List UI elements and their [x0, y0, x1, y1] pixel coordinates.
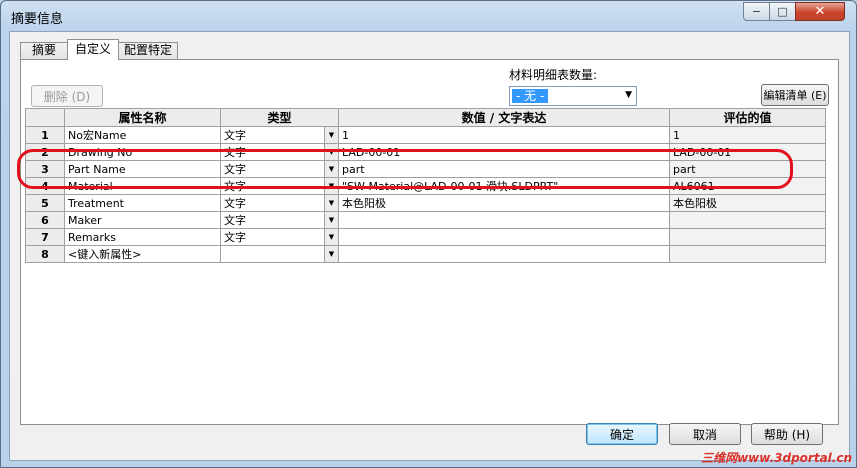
chevron-down-icon[interactable]: ▼	[324, 229, 338, 245]
row-number[interactable]: 7	[25, 228, 65, 246]
delete-button[interactable]: 删除 (D)	[31, 85, 103, 107]
type-select[interactable]: ▼	[220, 245, 339, 263]
chevron-down-icon[interactable]: ▼	[324, 144, 338, 160]
value-cell[interactable]: LAD-00-01	[338, 143, 670, 161]
title-bar[interactable]: 摘要信息 − □ ✕	[1, 1, 856, 31]
table-row[interactable]: 6 Maker 文字 ▼	[25, 211, 826, 229]
row-number[interactable]: 8	[25, 245, 65, 263]
bom-quantity-select[interactable]: - 无 - ▼	[509, 86, 637, 106]
property-name-cell[interactable]: Maker	[64, 211, 221, 229]
property-name-cell[interactable]: Material	[64, 177, 221, 195]
type-select[interactable]: 文字 ▼	[220, 194, 339, 212]
type-value: 文字	[224, 180, 246, 193]
column-header-type[interactable]: 类型	[220, 108, 339, 127]
watermark-text: 三维网www.3dportal.cn	[701, 451, 852, 465]
table-row[interactable]: 4 Material 文字 ▼ "SW-Material@LAD-00-01 滑块…	[25, 177, 826, 195]
type-select[interactable]: 文字 ▼	[220, 160, 339, 178]
tab-summary[interactable]: 摘要	[20, 42, 68, 59]
type-select[interactable]: 文字 ▼	[220, 177, 339, 195]
property-name-cell[interactable]: Part Name	[64, 160, 221, 178]
row-number[interactable]: 6	[25, 211, 65, 229]
type-value: 文字	[224, 231, 246, 244]
value-cell[interactable]	[338, 228, 670, 246]
close-button[interactable]: ✕	[795, 2, 845, 21]
evaluated-value-cell: 本色阳极	[669, 194, 826, 212]
bom-quantity-value: - 无 -	[512, 89, 549, 103]
ok-button[interactable]: 确定	[586, 423, 658, 445]
new-property-cell[interactable]: <键入新属性>	[64, 245, 221, 263]
property-name-cell[interactable]: Treatment	[64, 194, 221, 212]
window-title: 摘要信息	[11, 12, 64, 27]
chevron-down-icon[interactable]: ▼	[324, 246, 338, 262]
corner-header	[25, 108, 65, 127]
chevron-down-icon: ▼	[625, 90, 632, 100]
chevron-down-icon[interactable]: ▼	[324, 212, 338, 228]
evaluated-value-cell: LAD-00-01	[669, 143, 826, 161]
value-cell[interactable]: part	[338, 160, 670, 178]
type-value: 文字	[224, 163, 246, 176]
type-value: 文字	[224, 146, 246, 159]
column-header-evaluated[interactable]: 评估的值	[669, 108, 826, 127]
evaluated-value-cell	[669, 245, 826, 263]
table-row[interactable]: 3 Part Name 文字 ▼ part part	[25, 160, 826, 178]
chevron-down-icon[interactable]: ▼	[324, 161, 338, 177]
row-number[interactable]: 2	[25, 143, 65, 161]
row-number[interactable]: 4	[25, 177, 65, 195]
custom-properties-panel: 删除 (D) 材料明细表数量: - 无 - ▼ 編辑清单 (E) 属性名称 类型…	[20, 59, 839, 425]
help-button[interactable]: 帮助 (H)	[751, 423, 823, 445]
cancel-button[interactable]: 取消	[669, 423, 741, 445]
type-select[interactable]: 文字 ▼	[220, 211, 339, 229]
summary-info-dialog: 摘要信息 − □ ✕ 摘要 自定义 配置特定 删除 (D) 材料明细表数量: -…	[0, 0, 857, 468]
type-select[interactable]: 文字 ▼	[220, 126, 339, 144]
column-header-property-name[interactable]: 属性名称	[64, 108, 221, 127]
type-select[interactable]: 文字 ▼	[220, 143, 339, 161]
table-header-row: 属性名称 类型 数值 / 文字表达 评估的值	[25, 108, 826, 127]
tab-custom[interactable]: 自定义	[67, 39, 119, 60]
value-cell[interactable]: 本色阳极	[338, 194, 670, 212]
evaluated-value-cell	[669, 228, 826, 246]
evaluated-value-cell	[669, 211, 826, 229]
row-number[interactable]: 3	[25, 160, 65, 178]
type-value: 文字	[224, 129, 246, 142]
table-row[interactable]: 8 <键入新属性> ▼	[25, 245, 826, 263]
table-row[interactable]: 5 Treatment 文字 ▼ 本色阳极 本色阳极	[25, 194, 826, 212]
row-number[interactable]: 1	[25, 126, 65, 144]
type-value: 文字	[224, 214, 246, 227]
value-cell[interactable]	[338, 245, 670, 263]
value-cell[interactable]: 1	[338, 126, 670, 144]
evaluated-value-cell: part	[669, 160, 826, 178]
value-cell[interactable]: "SW-Material@LAD-00-01 滑块.SLDPRT"	[338, 177, 670, 195]
type-select[interactable]: 文字 ▼	[220, 228, 339, 246]
value-cell[interactable]	[338, 211, 670, 229]
evaluated-value-cell: 1	[669, 126, 826, 144]
table-row[interactable]: 1 No宏Name 文字 ▼ 1 1	[25, 126, 826, 144]
chevron-down-icon[interactable]: ▼	[324, 195, 338, 211]
tab-config-specific[interactable]: 配置特定	[118, 42, 178, 59]
chevron-down-icon[interactable]: ▼	[324, 127, 338, 143]
row-number[interactable]: 5	[25, 194, 65, 212]
properties-table: 属性名称 类型 数值 / 文字表达 评估的值 1 No宏Name 文字 ▼ 1 1	[25, 108, 826, 263]
type-value: 文字	[224, 197, 246, 210]
property-name-cell[interactable]: Drawing No	[64, 143, 221, 161]
evaluated-value-cell: AL6061	[669, 177, 826, 195]
table-row[interactable]: 7 Remarks 文字 ▼	[25, 228, 826, 246]
bom-quantity-label: 材料明细表数量:	[509, 68, 598, 82]
edit-list-button[interactable]: 編辑清单 (E)	[761, 84, 829, 106]
maximize-button[interactable]: □	[769, 2, 796, 21]
dialog-body: 摘要 自定义 配置特定 删除 (D) 材料明细表数量: - 无 - ▼ 編辑清单…	[9, 31, 850, 461]
minimize-button[interactable]: −	[743, 2, 770, 21]
column-header-value[interactable]: 数值 / 文字表达	[338, 108, 670, 127]
property-name-cell[interactable]: Remarks	[64, 228, 221, 246]
table-row[interactable]: 2 Drawing No 文字 ▼ LAD-00-01 LAD-00-01	[25, 143, 826, 161]
property-name-cell[interactable]: No宏Name	[64, 126, 221, 144]
chevron-down-icon[interactable]: ▼	[324, 178, 338, 194]
